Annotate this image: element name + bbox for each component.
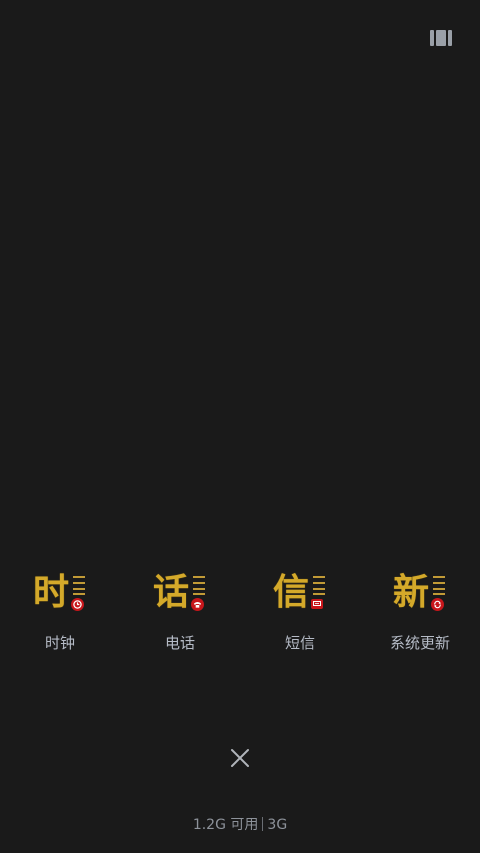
app-glyph: 信 [273,571,310,613]
app-phone[interactable]: 话 电话 [120,570,240,660]
multi-window-icon-right [448,30,452,46]
phone-icon [191,598,204,611]
app-system-update[interactable]: 新 系统更新 [360,570,480,660]
app-clock[interactable]: 时 时钟 [0,570,120,660]
app-glyph: 时 [33,571,70,613]
memory-separator [262,817,264,831]
seal-decoration [313,574,325,596]
clock-icon [71,598,84,611]
clear-all-button[interactable] [228,746,252,770]
multi-window-icon-center [436,30,446,46]
phone-app-icon: 话 [153,570,207,618]
seal-decoration [193,574,205,596]
memory-status: 1.2G 可用 3G [0,815,480,835]
app-label: 短信 [284,634,315,652]
update-icon [431,598,444,611]
system-update-app-icon: 新 [393,570,447,618]
seal-decoration [73,574,85,596]
multi-window-icon [430,30,434,46]
app-messages[interactable]: 信 短信 [240,570,360,660]
recent-apps: 时 时钟 话 电话 信 短信 新 系统更新 [0,570,480,660]
seal-decoration [433,574,445,596]
messages-app-icon: 信 [273,570,327,618]
memory-available: 1.2G 可用 [192,817,259,833]
message-icon [311,599,323,609]
app-glyph: 新 [393,571,430,613]
app-label: 电话 [164,634,195,652]
app-glyph: 话 [153,571,190,613]
multi-window-button[interactable] [430,30,452,46]
memory-total: 3G [267,817,288,833]
app-label: 时钟 [44,634,75,652]
app-label: 系统更新 [389,634,450,652]
clock-app-icon: 时 [33,570,87,618]
close-icon [231,749,249,767]
